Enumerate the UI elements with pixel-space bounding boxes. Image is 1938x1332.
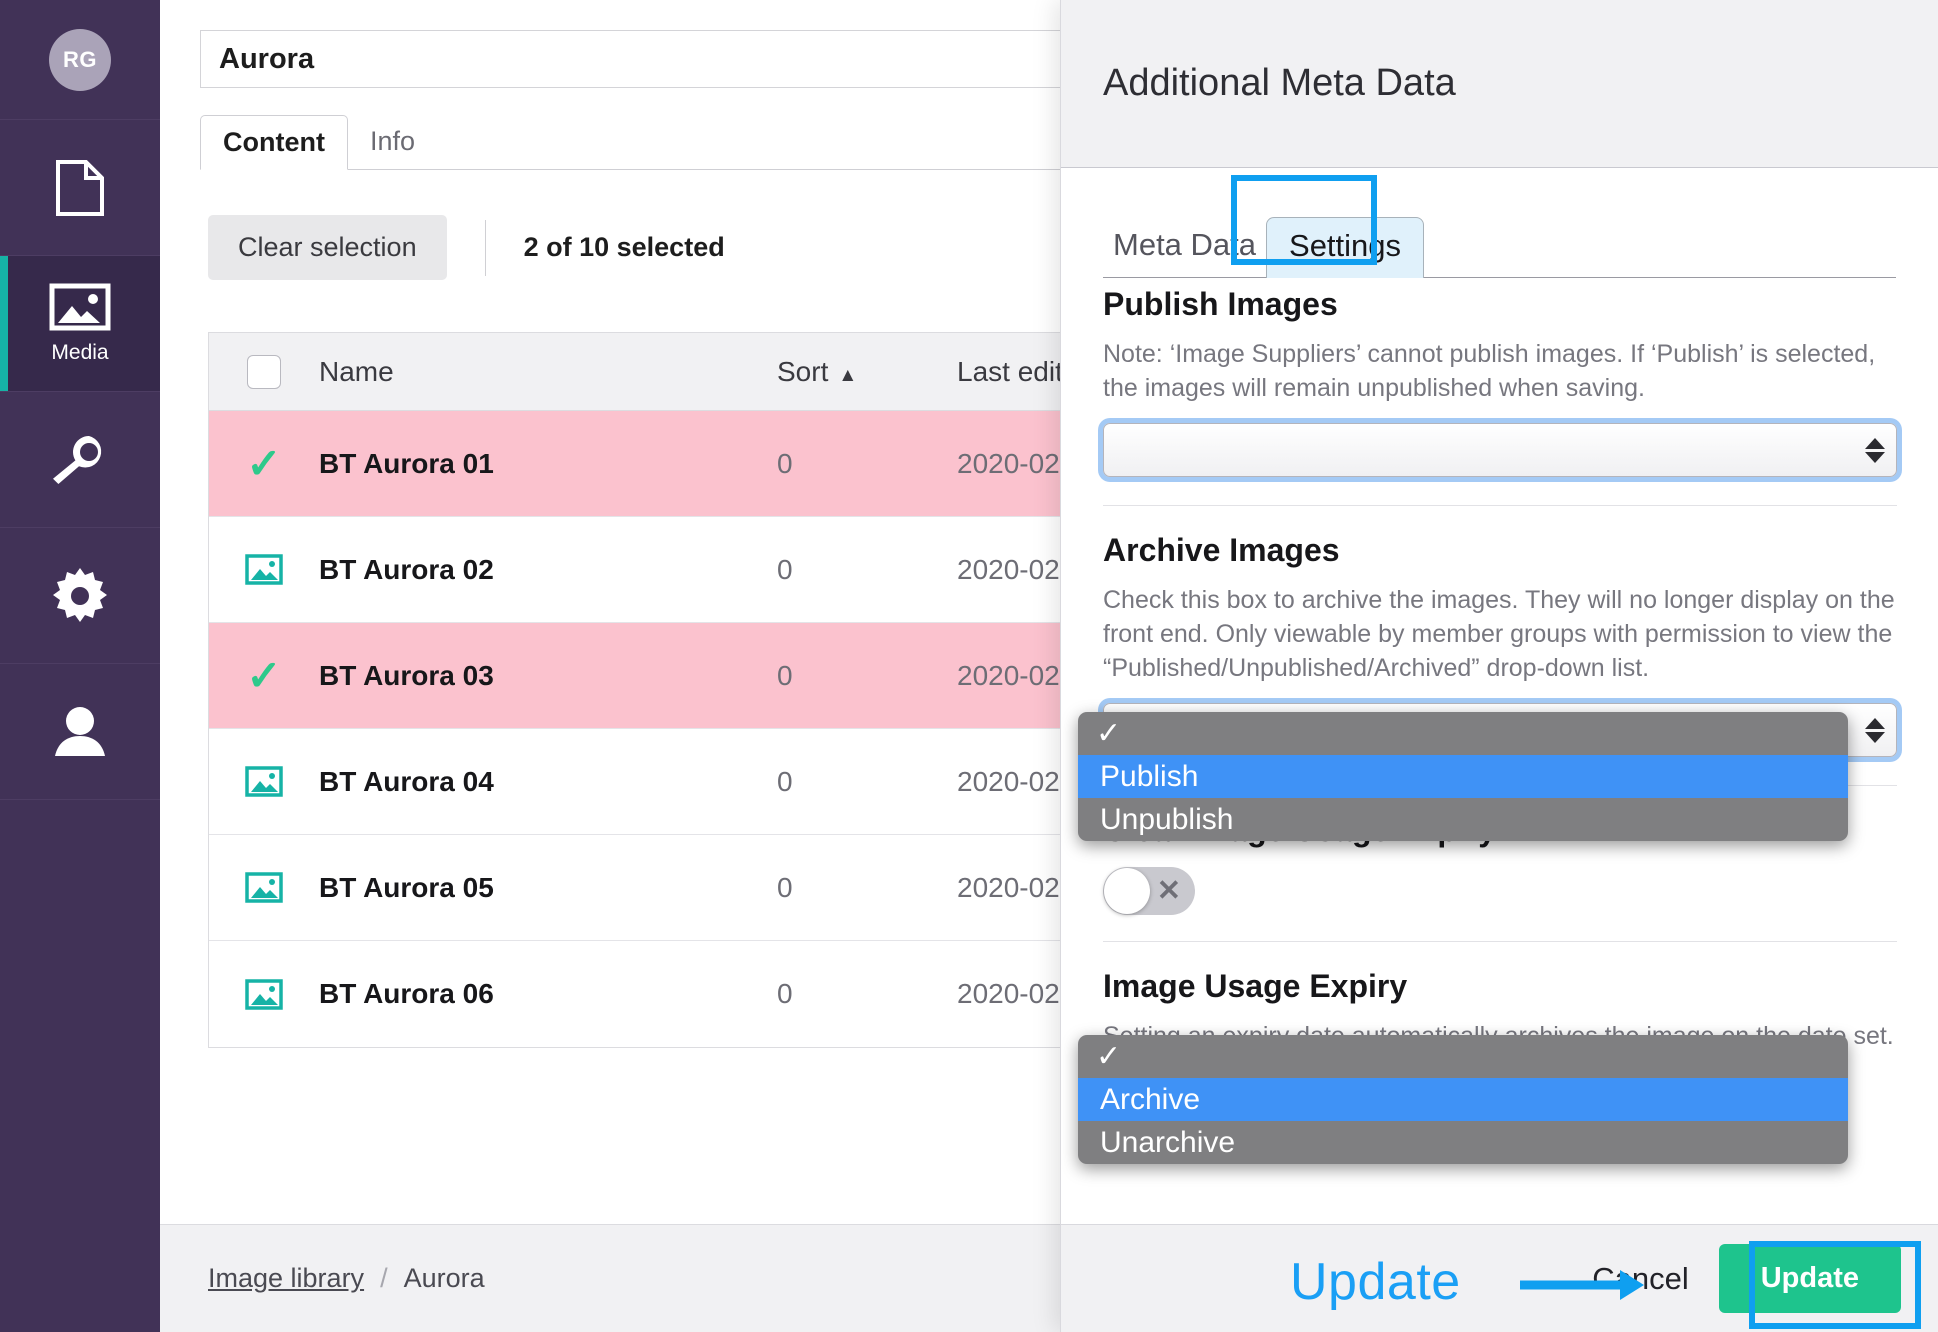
panel-footer: Cancel Update	[1061, 1224, 1938, 1332]
avatar-container: RG	[0, 0, 160, 120]
media-image-icon	[49, 283, 111, 331]
close-icon: ✕	[1156, 874, 1181, 907]
row-select-cell[interactable]	[209, 766, 319, 797]
stepper-arrows-icon	[1864, 717, 1886, 743]
panel-tabs: Meta Data Settings	[1103, 175, 1896, 278]
row-name: BT Aurora 06	[319, 978, 494, 1009]
avatar[interactable]: RG	[49, 28, 111, 91]
row-name: BT Aurora 01	[319, 447, 494, 479]
sidebar: RG Media	[0, 0, 160, 1332]
section-divider	[1103, 505, 1897, 506]
sidebar-item-media[interactable]: Media	[0, 256, 160, 392]
dropdown-option-unarchive[interactable]: Unarchive	[1078, 1121, 1848, 1164]
dropdown-option-empty-selected[interactable]: ✓	[1078, 712, 1848, 755]
column-header-sort-label: Sort	[777, 355, 829, 387]
document-icon	[55, 159, 105, 217]
sidebar-item-users[interactable]	[0, 664, 160, 800]
publish-images-note: Note: ‘Image Suppliers’ cannot publish i…	[1103, 340, 1876, 402]
row-name: BT Aurora 02	[319, 553, 494, 585]
sidebar-item-content[interactable]	[0, 120, 160, 256]
app-root: RG Media Aurora Content Info Clear selec…	[0, 0, 1938, 1332]
dropdown-option-archive[interactable]: Archive	[1078, 1078, 1848, 1121]
toolbar-divider	[484, 219, 486, 276]
toggle-knob	[1104, 868, 1150, 914]
row-sort: 0	[777, 978, 793, 1009]
dropdown-option-empty-selected[interactable]: ✓	[1078, 1035, 1848, 1078]
row-select-cell[interactable]: ✓	[209, 651, 319, 699]
column-header-name[interactable]: Name	[319, 356, 777, 388]
image-thumb-icon	[245, 766, 283, 797]
image-thumb-icon	[245, 978, 283, 1010]
clear-selection-button[interactable]: Clear selection	[208, 215, 447, 280]
panel-header: Additional Meta Data	[1061, 0, 1938, 168]
row-sort: 0	[777, 765, 793, 797]
row-select-cell[interactable]	[209, 872, 319, 903]
row-sort: 0	[777, 871, 793, 903]
annotation-arrow-icon	[1520, 1270, 1644, 1300]
update-button[interactable]: Update	[1718, 1244, 1901, 1313]
selection-count-label: 2 of 10 selected	[523, 232, 725, 262]
column-header-sort[interactable]: Sort ▲	[777, 356, 957, 388]
row-sort: 0	[777, 553, 793, 585]
sidebar-item-settings-tools[interactable]	[0, 392, 160, 528]
publish-images-heading: Publish Images	[1103, 286, 1338, 322]
check-icon: ✓	[1096, 717, 1122, 750]
image-thumb-icon	[245, 554, 283, 585]
page-title: Aurora	[219, 42, 315, 75]
row-select-cell[interactable]	[209, 554, 319, 585]
image-usage-expiry-heading: Image Usage Expiry	[1103, 968, 1408, 1004]
additional-meta-data-panel: Additional Meta Data Meta Data Settings …	[1060, 0, 1938, 1332]
panel-body: Publish Images Note: ‘Image Suppliers’ c…	[1061, 278, 1938, 1278]
annotation-label-update: Update	[1290, 1253, 1461, 1311]
select-all-checkbox[interactable]	[247, 354, 281, 389]
row-name: BT Aurora 04	[319, 765, 494, 797]
publish-select-row	[1103, 423, 1897, 479]
row-sort: 0	[777, 659, 793, 691]
tab-content[interactable]: Content	[200, 115, 348, 170]
select-all-cell[interactable]	[209, 354, 319, 389]
user-icon	[52, 706, 108, 758]
publish-images-dropdown-menu[interactable]: ✓ Publish Unpublish	[1078, 712, 1848, 841]
tab-info[interactable]: Info	[348, 114, 437, 169]
section-divider	[1103, 941, 1897, 942]
row-select-cell[interactable]: ✓	[209, 439, 319, 487]
image-thumb-icon	[245, 872, 283, 903]
breadcrumb-separator: /	[380, 1263, 388, 1293]
tab-meta-data[interactable]: Meta Data	[1103, 227, 1266, 277]
page-title-bar: Aurora	[200, 30, 1200, 88]
row-select-cell[interactable]	[209, 978, 319, 1010]
gear-icon	[52, 567, 108, 624]
check-icon: ✓	[1096, 1040, 1122, 1073]
breadcrumb-current: Aurora	[403, 1263, 485, 1293]
clear-image-usage-expiry-toggle[interactable]: ✕	[1103, 867, 1195, 915]
panel-title: Additional Meta Data	[1103, 62, 1456, 104]
row-name: BT Aurora 03	[319, 659, 494, 691]
check-icon: ✓	[246, 651, 282, 699]
dropdown-option-publish[interactable]: Publish	[1078, 755, 1848, 798]
breadcrumb-link-image-library[interactable]: Image library	[208, 1263, 364, 1294]
sidebar-item-media-label: Media	[51, 340, 109, 364]
row-sort: 0	[777, 447, 793, 479]
check-icon: ✓	[246, 439, 282, 487]
dropdown-option-unpublish[interactable]: Unpublish	[1078, 798, 1848, 841]
stepper-arrows-icon	[1864, 437, 1886, 463]
archive-images-note: Check this box to archive the images. Th…	[1103, 586, 1895, 682]
row-name: BT Aurora 05	[319, 871, 494, 903]
wrench-icon	[49, 434, 111, 486]
archive-images-dropdown-menu[interactable]: ✓ Archive Unarchive	[1078, 1035, 1848, 1164]
section-publish-images: Publish Images Note: ‘Image Suppliers’ c…	[1103, 286, 1897, 479]
sort-ascending-icon: ▲	[838, 364, 858, 386]
publish-images-select[interactable]	[1103, 423, 1897, 477]
tab-settings[interactable]: Settings	[1266, 217, 1425, 278]
archive-images-heading: Archive Images	[1103, 532, 1340, 568]
sidebar-item-configuration[interactable]	[0, 528, 160, 664]
selection-toolbar: Clear selection 2 of 10 selected	[208, 215, 725, 280]
